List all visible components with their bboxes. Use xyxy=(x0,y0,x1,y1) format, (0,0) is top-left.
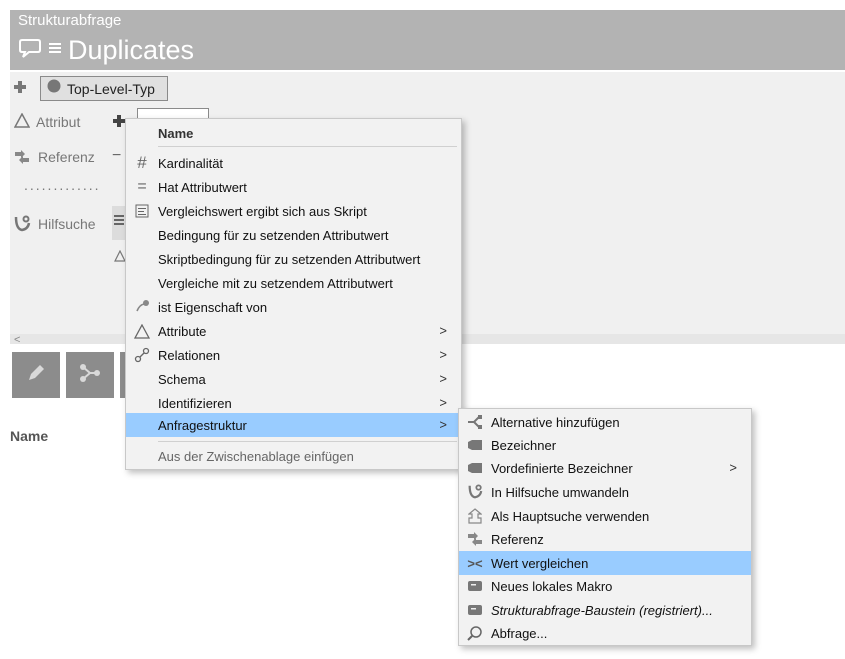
equals-icon: = xyxy=(137,178,147,195)
menu-separator xyxy=(158,441,457,442)
menu-item-hat-attributwert[interactable]: = Hat Attributwert xyxy=(126,175,461,199)
hilfsuche-label: Hilfsuche xyxy=(38,216,96,232)
minus-icon[interactable]: − xyxy=(112,147,121,165)
menu-item-in-hilfsuche-umwandeln[interactable]: In Hilfsuche umwandeln xyxy=(459,480,751,504)
menu-item-bezeichner[interactable]: Bezeichner xyxy=(459,433,751,457)
hash-icon: # xyxy=(137,153,147,172)
menu-item-strukturabfrage-baustein[interactable]: Strukturabfrage-Baustein (registriert)..… xyxy=(459,598,751,622)
context-menu: Name # Kardinalität = Hat Attributwert V… xyxy=(125,118,462,470)
dotted-separator: ............. xyxy=(24,177,101,193)
scroll-left-arrow[interactable]: < xyxy=(14,334,20,346)
page-title: Duplicates xyxy=(68,34,195,65)
graph-button[interactable] xyxy=(66,352,114,398)
branch-icon xyxy=(459,410,491,434)
menu-item-vordefinierte-bezeichner[interactable]: Vordefinierte Bezeichner > xyxy=(459,456,751,480)
menu-item-skriptbedingung[interactable]: Skriptbedingung für zu setzenden Attribu… xyxy=(126,247,461,271)
top-level-type-node[interactable]: Top-Level-Typ xyxy=(40,76,168,101)
property-icon xyxy=(126,295,158,319)
menu-item-neues-lokales-makro[interactable]: Neues lokales Makro xyxy=(459,574,751,598)
menu-item-bedingung[interactable]: Bedingung für zu setzenden Attributwert xyxy=(126,223,461,247)
menu-item-alternative-hinzufuegen[interactable]: Alternative hinzufügen xyxy=(459,410,751,434)
compare-icon: >< xyxy=(467,555,483,571)
submenu-anfragestruktur: Alternative hinzufügen Bezeichner Vordef… xyxy=(458,408,752,646)
relation-icon xyxy=(126,343,158,367)
menu-item-wert-vergleichen[interactable]: >< Wert vergleichen xyxy=(459,551,751,575)
circle-icon xyxy=(47,79,61,98)
macro-icon xyxy=(459,598,491,622)
triangle-icon xyxy=(126,319,158,343)
menu-item-kardinalitaet[interactable]: # Kardinalität xyxy=(126,151,461,175)
speech-search-icon[interactable] xyxy=(18,37,42,64)
pencil-icon xyxy=(25,362,47,389)
menu-separator xyxy=(158,146,457,147)
menu-item-schema[interactable]: Schema > xyxy=(126,367,461,391)
menu-item-ist-eigenschaft-von[interactable]: ist Eigenschaft von xyxy=(126,295,461,319)
hamburger-icon xyxy=(114,213,124,231)
menu-item-attribute[interactable]: Attribute > xyxy=(126,319,461,343)
header-subtitle: Strukturabfrage xyxy=(18,12,122,29)
triangle-icon xyxy=(13,112,31,133)
menu-item-anfragestruktur[interactable]: Anfragestruktur > xyxy=(126,413,461,437)
reference-icon xyxy=(13,149,31,170)
menu-item-referenz[interactable]: Referenz xyxy=(459,527,751,551)
anchor-icon xyxy=(459,480,491,504)
submenu-arrow-icon: > xyxy=(439,417,447,432)
search-icon xyxy=(459,621,491,645)
menu-header: Name xyxy=(158,125,194,141)
add-icon[interactable] xyxy=(13,80,27,99)
submenu-arrow-icon: > xyxy=(439,395,447,410)
tag-icon xyxy=(459,433,491,457)
edit-button[interactable] xyxy=(12,352,60,398)
tag-icon xyxy=(459,456,491,480)
menu-item-relationen[interactable]: Relationen > xyxy=(126,343,461,367)
menu-item-paste[interactable]: Aus der Zwischenablage einfügen xyxy=(126,444,461,468)
hamburger-icon[interactable] xyxy=(48,41,62,60)
menu-item-als-hauptsuche[interactable]: Als Hauptsuche verwenden xyxy=(459,504,751,528)
macro-icon xyxy=(459,574,491,598)
menu-item-vergleichswert-skript[interactable]: Vergleichswert ergibt sich aus Skript xyxy=(126,199,461,223)
submenu-arrow-icon: > xyxy=(439,347,447,362)
main-search-icon xyxy=(459,504,491,528)
menu-item-vergleiche[interactable]: Vergleiche mit zu setzendem Attributwert xyxy=(126,271,461,295)
window-header: Strukturabfrage Duplicates xyxy=(10,10,845,70)
submenu-arrow-icon: > xyxy=(729,460,737,475)
menu-item-abfrage[interactable]: Abfrage... xyxy=(459,621,751,645)
header-title-row: Duplicates xyxy=(18,33,194,67)
add-attribute-icon[interactable] xyxy=(112,114,126,133)
reference-icon xyxy=(459,527,491,551)
referenz-label: Referenz xyxy=(38,149,95,165)
submenu-arrow-icon: > xyxy=(439,371,447,386)
anchor-icon xyxy=(13,215,31,238)
top-level-type-label: Top-Level-Typ xyxy=(67,80,155,97)
attribut-label: Attribut xyxy=(36,114,81,130)
menu-item-identifizieren[interactable]: Identifizieren > xyxy=(126,391,461,415)
graph-icon xyxy=(78,362,102,389)
submenu-arrow-icon: > xyxy=(439,323,447,338)
name-column-header: Name xyxy=(10,428,49,444)
script-icon xyxy=(126,199,158,223)
